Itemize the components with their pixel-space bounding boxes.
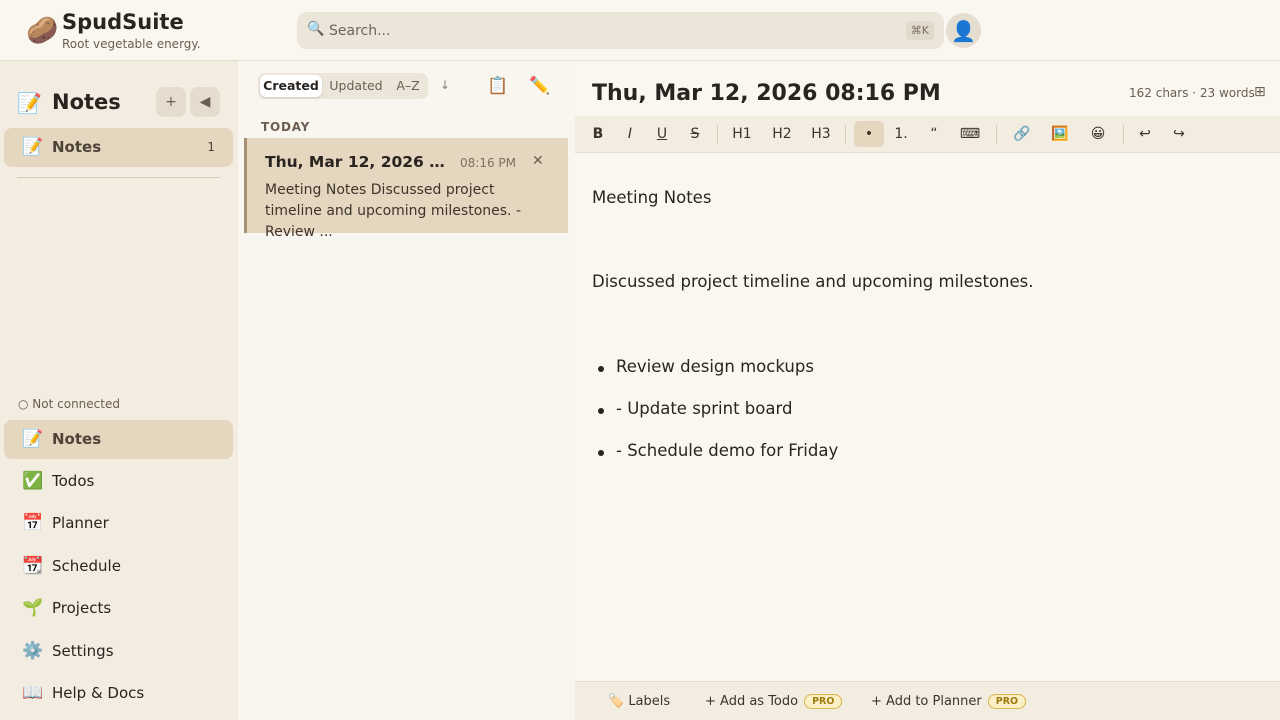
note-list-panel: Created Updated A–Z ↓ 📋 ✏️ TODAY Thu, Ma… bbox=[238, 61, 575, 720]
toolbar-divider bbox=[1123, 125, 1124, 144]
pro-badge: PRO bbox=[804, 694, 843, 709]
bullet-item: - Schedule demo for Friday bbox=[597, 441, 839, 460]
add-to-planner-button[interactable]: + Add to Planner PRO bbox=[871, 694, 1027, 709]
sidebar-divider bbox=[17, 177, 220, 178]
word-count-stats: 162 chars · 23 words bbox=[1129, 86, 1255, 100]
editor-footer: 🏷️ Labels + Add as Todo PRO + Add to Plan… bbox=[575, 681, 1280, 720]
note-title[interactable]: Thu, Mar 12, 2026 08:16 PM bbox=[592, 81, 941, 106]
nav-item-schedule[interactable]: 📆 Schedule bbox=[4, 547, 233, 586]
nav-item-label: Notes bbox=[52, 430, 102, 448]
layout-toggle-icon[interactable]: ⊞ bbox=[1254, 84, 1266, 100]
nav-item-label: Help & Docs bbox=[52, 684, 145, 702]
user-avatar-button[interactable]: 👤 bbox=[946, 13, 981, 48]
plus-icon: + bbox=[165, 94, 177, 110]
group-label-today: TODAY bbox=[261, 120, 311, 134]
ordered-list-button[interactable]: 1. bbox=[891, 121, 911, 147]
new-note-pencil-icon[interactable]: ✏️ bbox=[529, 76, 550, 96]
undo-icon[interactable]: ↩ bbox=[1135, 121, 1155, 147]
search-shortcut-badge: ⌘K bbox=[905, 21, 934, 40]
add-note-button[interactable]: + bbox=[156, 87, 186, 117]
nav-item-settings[interactable]: ⚙️ Settings bbox=[4, 632, 233, 671]
note-item-preview: Meeting Notes Discussed project timeline… bbox=[265, 182, 522, 240]
add-as-todo-button[interactable]: + Add as Todo PRO bbox=[705, 694, 843, 709]
sort-updated-tab[interactable]: Updated bbox=[324, 75, 388, 97]
nav-item-help-docs[interactable]: 📖 Help & Docs bbox=[4, 674, 233, 713]
search-icon: 🔍 bbox=[307, 21, 325, 37]
redo-icon[interactable]: ↪ bbox=[1169, 121, 1189, 147]
note-count-badge: 1 bbox=[207, 140, 215, 154]
brand-name: SpudSuite bbox=[62, 10, 184, 34]
sidebar-item-label: Notes bbox=[52, 138, 102, 156]
sort-segmented-control: Created Updated A–Z bbox=[258, 73, 428, 99]
content-heading-line: Meeting Notes bbox=[592, 188, 712, 207]
emoji-icon[interactable]: 😀 bbox=[1087, 121, 1109, 147]
nav-item-label: Schedule bbox=[52, 557, 121, 575]
tear-off-calendar-icon: 📆 bbox=[22, 556, 44, 576]
add-to-planner-label: + Add to Planner bbox=[871, 694, 982, 709]
strikethrough-button[interactable]: S bbox=[686, 121, 704, 147]
sort-direction-arrow-icon[interactable]: ↓ bbox=[440, 78, 450, 92]
sidebar-title: Notes bbox=[52, 90, 121, 114]
notes-memo-icon: 📝 bbox=[17, 91, 42, 115]
note-item-title: Thu, Mar 12, 2026 08:16 PM bbox=[265, 153, 449, 171]
clipboard-icon[interactable]: 📋 bbox=[487, 76, 508, 96]
potato-logo-icon: 🥔 bbox=[26, 16, 59, 46]
checkmark-icon: ✅ bbox=[22, 471, 44, 491]
heading-1-button[interactable]: H1 bbox=[730, 121, 754, 147]
heading-2-button[interactable]: H2 bbox=[770, 121, 794, 147]
open-book-icon: 📖 bbox=[22, 683, 44, 703]
italic-button[interactable]: I bbox=[621, 121, 639, 147]
search-input[interactable] bbox=[329, 12, 889, 49]
content-paragraph: Discussed project timeline and upcoming … bbox=[592, 272, 1034, 291]
note-list-item[interactable]: Thu, Mar 12, 2026 08:16 PM 08:16 PM ✕ Me… bbox=[244, 138, 568, 240]
toolbar-divider bbox=[717, 125, 718, 144]
calendar-icon: 📅 bbox=[22, 513, 44, 533]
heading-3-button[interactable]: H3 bbox=[809, 121, 833, 147]
note-item-time: 08:16 PM bbox=[460, 156, 516, 170]
collapse-left-icon: ◀ bbox=[199, 94, 211, 110]
pro-badge: PRO bbox=[987, 694, 1027, 709]
search-bar[interactable]: 🔍 ⌘K bbox=[297, 12, 944, 49]
nav-item-projects[interactable]: 🌱 Projects bbox=[4, 589, 233, 628]
brand-tagline: Root vegetable energy. bbox=[62, 37, 201, 51]
toolbar-divider bbox=[845, 125, 846, 144]
notes-memo-icon: 📝 bbox=[22, 429, 44, 449]
nav-item-todos[interactable]: ✅ Todos bbox=[4, 462, 233, 501]
bullet-list-button[interactable]: • bbox=[854, 121, 884, 147]
code-block-keyboard-icon[interactable]: ⌨ bbox=[958, 121, 982, 147]
connection-status: ○ Not connected bbox=[18, 397, 120, 411]
add-as-todo-label: + Add as Todo bbox=[705, 694, 799, 709]
note-editor: Thu, Mar 12, 2026 08:16 PM 162 chars · 2… bbox=[575, 61, 1280, 720]
formatting-toolbar: B I U S H1 H2 H3 • 1. “ ⌨ 🔗 🖼️ 😀 ↩ ↪ bbox=[575, 116, 1280, 153]
nav-item-label: Settings bbox=[52, 642, 114, 660]
bullet-item: - Update sprint board bbox=[597, 399, 793, 418]
top-bar: 🥔 SpudSuite Root vegetable energy. 🔍 ⌘K … bbox=[0, 0, 1280, 61]
link-icon[interactable]: 🔗 bbox=[1011, 121, 1033, 147]
user-icon: 👤 bbox=[951, 18, 976, 43]
seedling-icon: 🌱 bbox=[22, 598, 44, 618]
bold-button[interactable]: B bbox=[589, 121, 607, 147]
sidebar-item-notes-folder[interactable]: 📝 Notes 1 bbox=[4, 128, 233, 167]
underline-button[interactable]: U bbox=[653, 121, 671, 147]
sidebar: 📝 Notes + ◀ 📝 Notes 1 ○ Not connected 📝 … bbox=[0, 61, 238, 720]
labels-button[interactable]: 🏷️ Labels bbox=[608, 694, 670, 709]
blockquote-button[interactable]: “ bbox=[924, 121, 944, 147]
bullet-item: Review design mockups bbox=[598, 357, 814, 376]
close-icon[interactable]: ✕ bbox=[532, 153, 544, 169]
nav-item-label: Planner bbox=[52, 514, 109, 532]
gear-icon: ⚙️ bbox=[22, 641, 44, 661]
notes-memo-icon: 📝 bbox=[22, 137, 44, 157]
toolbar-divider bbox=[996, 125, 997, 144]
collapse-sidebar-button[interactable]: ◀ bbox=[190, 87, 220, 117]
sort-created-tab[interactable]: Created bbox=[260, 75, 322, 97]
nav-item-planner[interactable]: 📅 Planner bbox=[4, 504, 233, 543]
nav-item-label: Todos bbox=[52, 472, 95, 490]
image-icon[interactable]: 🖼️ bbox=[1049, 121, 1071, 147]
nav-item-label: Projects bbox=[52, 599, 112, 617]
nav-item-notes[interactable]: 📝 Notes bbox=[4, 420, 233, 459]
sort-az-tab[interactable]: A–Z bbox=[390, 75, 426, 97]
